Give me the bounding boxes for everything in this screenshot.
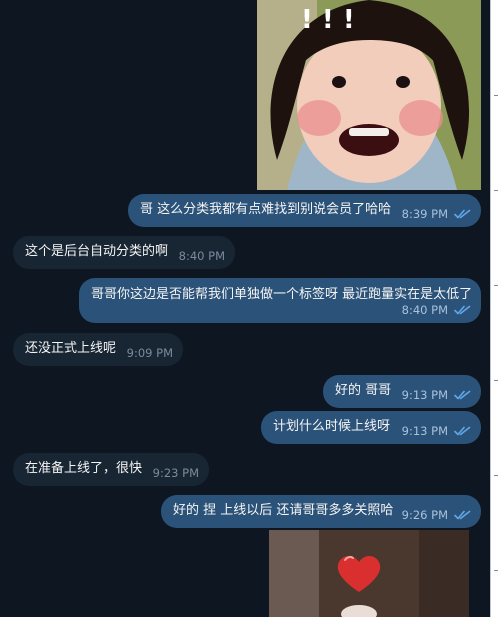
message-text: 哥 这么分类我都有点难找到别说会员了哈哈 (140, 202, 392, 218)
message-text: 这个是后台自动分类的啊 (25, 244, 169, 260)
message-meta: 9:13 PM (402, 388, 471, 402)
double-check-icon (454, 426, 471, 436)
message-text: 在准备上线了，很快 (25, 461, 143, 477)
message-meta: 8:40 PM (402, 303, 471, 317)
message-text: 计划什么时候上线呀 (273, 419, 391, 435)
message-time: 9:23 PM (152, 465, 199, 480)
message-time: 9:13 PM (401, 387, 448, 402)
message-time: 8:40 PM (178, 248, 225, 263)
sticker-photo-heart[interactable] (269, 530, 469, 617)
message-bubble-incoming[interactable]: 还没正式上线呢 9:09 PM (13, 333, 183, 366)
edge-tick (494, 190, 498, 191)
edge-tick (494, 285, 498, 286)
message-time: 8:39 PM (401, 206, 448, 221)
message-meta: 9:13 PM (402, 424, 471, 438)
message-time: 9:13 PM (401, 423, 448, 438)
message-meta: 9:09 PM (127, 346, 173, 360)
message-text: 哥哥你这边是否能帮我们单独做一个标签呀 最近跑量实在是太低了 (91, 287, 473, 302)
double-check-icon (454, 510, 471, 520)
message-text: 好的 哥哥 (335, 383, 392, 399)
message-time: 9:26 PM (401, 507, 448, 522)
photo-overlay-text: ! ! ! (301, 5, 355, 35)
message-time: 9:09 PM (126, 345, 173, 360)
edge-tick (494, 95, 498, 96)
message-meta: 8:39 PM (402, 207, 471, 221)
chat-history: ! ! ! 哥 这么分类我都有点难找到别说会员了哈哈 8:39 PM 这个是后台… (0, 0, 490, 617)
double-check-icon (454, 209, 471, 219)
message-bubble-outgoing[interactable]: 好的 捏 上线以后 还请哥哥多多关照哈 9:26 PM (161, 495, 481, 528)
edge-tick (494, 475, 498, 476)
edge-tick (494, 380, 498, 381)
message-bubble-outgoing[interactable]: 哥哥你这边是否能帮我们单独做一个标签呀 最近跑量实在是太低了 8:40 PM (79, 278, 481, 323)
double-check-icon (454, 305, 471, 315)
message-bubble-outgoing[interactable]: 计划什么时候上线呀 9:13 PM (261, 411, 481, 444)
message-bubble-incoming[interactable]: 这个是后台自动分类的啊 8:40 PM (13, 236, 235, 269)
message-bubble-outgoing[interactable]: 哥 这么分类我都有点难找到别说会员了哈哈 8:39 PM (128, 194, 481, 227)
sticker-photo-child[interactable]: ! ! ! (257, 0, 481, 190)
message-text: 还没正式上线呢 (25, 341, 117, 357)
message-meta: 9:23 PM (153, 466, 199, 480)
edge-tick (494, 570, 498, 571)
heart-icon (269, 530, 469, 617)
message-meta: 8:40 PM (179, 249, 225, 263)
message-bubble-incoming[interactable]: 在准备上线了，很快 9:23 PM (13, 453, 209, 486)
double-check-icon (454, 390, 471, 400)
window-edge (490, 0, 499, 617)
message-text: 好的 捏 上线以后 还请哥哥多多关照哈 (173, 503, 394, 519)
child-face-icon: ! ! ! (257, 0, 481, 190)
message-meta: 9:26 PM (402, 508, 471, 522)
message-time: 8:40 PM (401, 302, 448, 317)
message-bubble-outgoing[interactable]: 好的 哥哥 9:13 PM (323, 375, 481, 408)
